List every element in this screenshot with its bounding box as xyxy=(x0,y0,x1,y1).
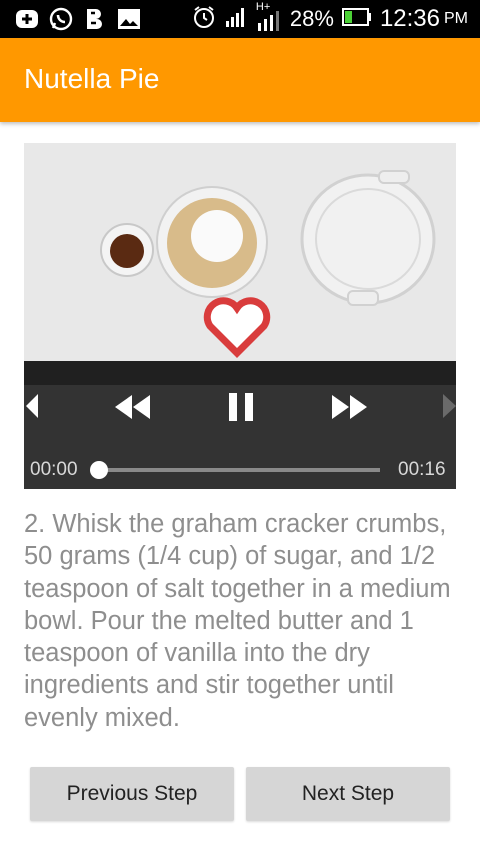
image-icon xyxy=(116,6,142,32)
rewind-button[interactable] xyxy=(115,395,151,424)
alarm-icon xyxy=(192,5,216,34)
recipe-ingredients-image xyxy=(24,143,456,361)
system-status: H+ 28% 12:36 PM xyxy=(192,1,468,34)
signal-icon xyxy=(224,5,248,34)
clock-ampm: PM xyxy=(444,10,468,27)
pause-button[interactable] xyxy=(229,393,253,426)
whatsapp-icon xyxy=(48,6,74,32)
network-signal-icon: H+ xyxy=(256,1,282,33)
b-app-icon xyxy=(82,6,108,32)
next-track-icon[interactable] xyxy=(442,393,456,424)
battery-percent: 28% xyxy=(289,6,334,31)
app-bar: Nutella Pie xyxy=(0,38,480,122)
next-step-button[interactable]: Next Step xyxy=(246,767,450,821)
video-player[interactable]: 00:00 00:16 xyxy=(24,143,456,489)
video-frame[interactable] xyxy=(24,143,456,361)
battery-icon xyxy=(341,7,372,31)
seek-thumb[interactable] xyxy=(90,461,108,479)
status-bar: H+ 28% 12:36 PM xyxy=(0,0,480,38)
notification-icons xyxy=(14,6,142,32)
previous-step-button[interactable]: Previous Step xyxy=(30,767,234,821)
duration: 00:16 xyxy=(398,459,446,480)
clock: 12:36 xyxy=(379,5,440,32)
fast-forward-button[interactable] xyxy=(331,395,367,424)
player-controls: 00:00 00:16 xyxy=(24,385,456,489)
video-letterbox xyxy=(24,361,456,385)
step-description: 2. Whisk the graham cracker crumbs, 50 g… xyxy=(24,510,451,732)
page-title: Nutella Pie xyxy=(24,63,160,94)
previous-track-icon[interactable] xyxy=(24,393,40,424)
plus-box-icon xyxy=(14,6,40,32)
current-time: 00:00 xyxy=(30,459,78,480)
seek-bar[interactable] xyxy=(98,468,380,472)
